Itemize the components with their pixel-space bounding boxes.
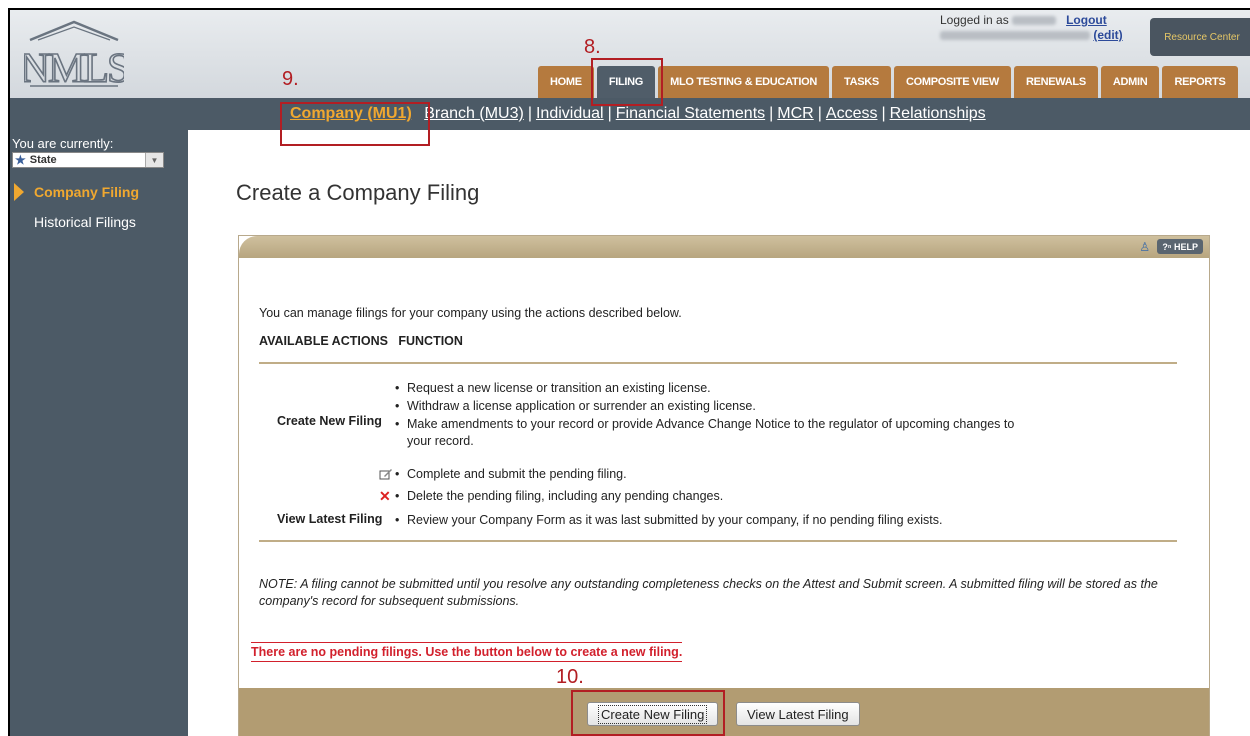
logged-in-label: Logged in as bbox=[940, 13, 1009, 27]
current-item-arrow-icon bbox=[14, 183, 24, 201]
filing-panel: ♙ ?ⁿ HELP You can manage filings for you… bbox=[238, 235, 1210, 736]
subnav-individual[interactable]: Individual bbox=[536, 105, 604, 122]
help-label: HELP bbox=[1173, 241, 1198, 252]
username-redacted bbox=[1012, 16, 1057, 26]
intro-text: You can manage filings for your company … bbox=[259, 306, 682, 320]
app-window: NMLS Logged in as Logout (edit) Resource… bbox=[8, 8, 1250, 736]
resource-center-button[interactable]: Resource Center bbox=[1150, 18, 1250, 56]
create-bullet-2: Withdraw a license application or surren… bbox=[395, 398, 756, 414]
state-select[interactable]: ★ State ▼ bbox=[12, 152, 164, 168]
divider bbox=[259, 540, 1177, 542]
col-actions: AVAILABLE ACTIONS bbox=[259, 334, 388, 348]
create-filing-label: Create New Filing bbox=[277, 414, 382, 428]
edit-icon bbox=[379, 469, 392, 480]
help-area: ♙ ?ⁿ HELP bbox=[1139, 239, 1203, 254]
tab-reports[interactable]: REPORTS bbox=[1162, 66, 1238, 98]
subnav-branch[interactable]: Branch (MU3) bbox=[424, 105, 524, 122]
panel-header: ♙ ?ⁿ HELP bbox=[239, 236, 1209, 258]
subnav-mcr[interactable]: MCR bbox=[777, 105, 813, 122]
delete-icon: ✕ bbox=[379, 488, 391, 504]
tab-composite-view[interactable]: COMPOSITE VIEW bbox=[893, 66, 1011, 98]
pending-message: There are no pending filings. Use the bu… bbox=[251, 642, 683, 662]
create-bullet-3-cont: your record. bbox=[407, 434, 474, 448]
logout-link[interactable]: Logout bbox=[1066, 13, 1107, 27]
email-redacted bbox=[940, 31, 1090, 41]
state-select-value: State bbox=[29, 154, 57, 166]
tab-home[interactable]: HOME bbox=[538, 66, 594, 98]
help-button[interactable]: ?ⁿ HELP bbox=[1157, 239, 1203, 254]
star-icon: ★ bbox=[15, 153, 26, 167]
person-icon[interactable]: ♙ bbox=[1139, 240, 1153, 254]
create-bullet-3: Make amendments to your record or provid… bbox=[395, 416, 1167, 432]
view-bullet: Review your Company Form as it was last … bbox=[395, 512, 942, 528]
annotation-step-10: 10. bbox=[556, 666, 584, 688]
view-filing-label: View Latest Filing bbox=[277, 512, 383, 526]
nmls-logo[interactable]: NMLS bbox=[24, 16, 124, 88]
sidebar-context-label: You are currently: bbox=[12, 136, 114, 151]
page-title: Create a Company Filing bbox=[236, 180, 480, 205]
annotation-step-9: 9. bbox=[282, 68, 299, 90]
tab-tasks[interactable]: TASKS bbox=[831, 66, 891, 98]
login-info: Logged in as Logout (edit) bbox=[940, 13, 1123, 43]
sidebar-item-company-filing[interactable]: Company Filing bbox=[34, 184, 139, 200]
subnav-financial-statements[interactable]: Financial Statements bbox=[616, 105, 765, 122]
tab-renewals[interactable]: RENEWALS bbox=[1013, 66, 1098, 98]
annotation-box-company bbox=[280, 102, 430, 146]
note-text: NOTE: A filing cannot be submitted until… bbox=[259, 577, 1158, 608]
tab-mlo-testing[interactable]: MLO TESTING & EDUCATION bbox=[658, 66, 829, 98]
tab-admin[interactable]: ADMIN bbox=[1100, 66, 1160, 98]
view-latest-filing-button[interactable]: View Latest Filing bbox=[736, 702, 860, 726]
divider bbox=[259, 362, 1177, 364]
annotation-box-filing bbox=[591, 58, 663, 106]
annotation-step-8: 8. bbox=[584, 36, 601, 58]
column-headers: AVAILABLE ACTIONS FUNCTION bbox=[259, 334, 463, 348]
create-bullet-1: Request a new license or transition an e… bbox=[395, 380, 711, 396]
col-function: FUNCTION bbox=[398, 334, 463, 348]
edit-bullet: Complete and submit the pending filing. bbox=[395, 466, 627, 482]
delete-bullet: Delete the pending filing, including any… bbox=[395, 488, 723, 504]
chevron-down-icon: ▼ bbox=[145, 153, 163, 167]
content-corner bbox=[188, 130, 228, 736]
sidebar: You are currently: ★ State ▼ Company Fil… bbox=[10, 130, 188, 736]
subnav-access[interactable]: Access bbox=[826, 105, 878, 122]
annotation-box-create bbox=[571, 690, 725, 736]
edit-link[interactable]: (edit) bbox=[1093, 28, 1122, 42]
sidebar-item-historical-filings[interactable]: Historical Filings bbox=[34, 214, 136, 230]
svg-text:NMLS: NMLS bbox=[24, 46, 124, 88]
subnav-relationships[interactable]: Relationships bbox=[890, 105, 986, 122]
